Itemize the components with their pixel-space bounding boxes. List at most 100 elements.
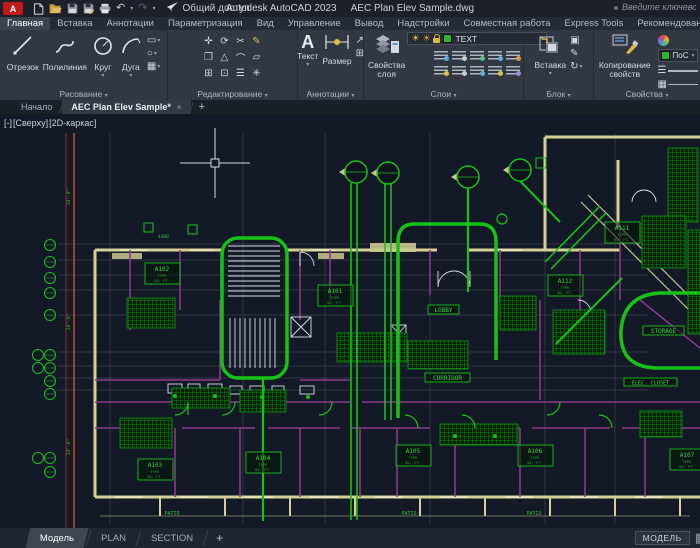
tab-featured-apps[interactable]: Рекомендованные приложения [630,17,700,30]
new-drawing-tab-button[interactable]: + [192,100,212,114]
visual-style-control[interactable]: [2D-каркас] [49,118,96,128]
leader-button[interactable]: ↗ [356,35,364,46]
panel-label-draw[interactable]: Рисование ▾ [0,89,167,99]
layer-tool-9[interactable] [488,63,504,76]
tab-manage[interactable]: Управление [281,17,348,30]
tab-collaborate[interactable]: Совместная работа [457,17,558,30]
layer-tool-2[interactable] [452,48,468,61]
layer-properties-button[interactable]: Свойства слоя [366,32,407,79]
dimension-button[interactable]: Размер [320,32,353,66]
search-input[interactable]: Введите ключевое слово [614,2,696,14]
panel-label-annotation[interactable]: Аннотации ▾ [298,89,363,99]
layer-tool-10[interactable] [506,63,522,76]
move-button[interactable]: ✛ [201,34,216,49]
layout-tab-section[interactable]: SECTION [139,528,205,548]
array-button[interactable]: ⊞ [201,66,216,81]
arc-button[interactable]: Дуга ▾ [117,32,145,79]
tab-home[interactable]: Главная [0,17,51,30]
grid-display-toggle[interactable]: ▦ [695,530,700,546]
panel-label-properties[interactable]: Свойства ▾ [594,89,700,99]
panel-annotation: A Текст ▾ Размер ↗ ⊞ Аннотации ▾ [295,30,364,100]
rotate-button[interactable]: ⟳ [217,34,232,49]
undo-dropdown[interactable]: ▾ [130,5,133,12]
tab-annotate[interactable]: Аннотации [99,17,161,30]
layer-lock-icon [433,33,441,43]
tab-parametric[interactable]: Параметризация [161,17,250,30]
save-button[interactable] [67,3,78,14]
object-color-button[interactable] [657,35,698,46]
table-button[interactable]: ⊞ [356,48,364,59]
layout-tab-model[interactable]: Модель [25,528,89,548]
layer-tool-8[interactable] [470,63,486,76]
text-dropdown[interactable]: ▾ [306,61,309,68]
room-label-a107: A107TYPESQ. FT. [669,448,700,471]
panel-label-layers[interactable]: Слои ▾ [364,89,523,99]
layer-tool-1[interactable] [434,48,450,61]
model-space-toggle[interactable]: МОДЕЛЬ [634,531,690,545]
svg-text:24'-8": 24'-8" [66,314,72,330]
tab-insert[interactable]: Вставка [50,17,99,30]
hatch-button[interactable]: ▦ ▾ [147,61,160,72]
open-file-button[interactable] [49,3,62,14]
close-tab-icon[interactable]: × [177,103,182,112]
redo-dropdown[interactable]: ▾ [152,5,155,12]
save-as-button[interactable] [83,3,94,14]
explode-button[interactable]: ✳ [249,66,264,81]
line-button[interactable]: Отрезок [5,32,41,72]
new-file-button[interactable] [33,2,44,15]
autocad-window: A ↶ ▾ ↷ ▾ Общий доступ Autodesk AutoCAD … [0,0,700,548]
color-bylayer-select[interactable]: ПоС ▾ [657,49,698,62]
offset-button[interactable]: ▱ [249,50,264,65]
panel-label-modify[interactable]: Редактирование ▾ [168,89,297,99]
insert-block-button[interactable]: Вставка ▾ [533,32,569,77]
stretch-button[interactable]: ☰ [233,66,248,81]
copy-button[interactable]: ❐ [201,50,216,65]
layer-tool-3[interactable] [470,48,486,61]
text-button[interactable]: A Текст ▾ [295,32,320,68]
circle-dropdown[interactable]: ▾ [101,72,104,79]
block-attrib-button[interactable]: ↻ ▾ [570,61,582,72]
layer-tool-6[interactable] [434,63,450,76]
panel-layers: Свойства слоя ☀ ☀ TEXT ▾ Слои ▾ [364,30,548,100]
create-block-button[interactable]: ▣ [570,35,582,46]
tab-express-tools[interactable]: Express Tools [557,17,630,30]
layer-tool-4[interactable] [488,48,504,61]
edit-block-button[interactable]: ✎ [570,48,582,59]
scale-button[interactable]: ⊡ [217,66,232,81]
layer-tool-5[interactable] [506,48,522,61]
erase-button[interactable]: ✎ [249,34,264,49]
share-button[interactable]: Общий доступ [167,2,250,15]
lineweight-select[interactable]: ☰ [658,65,698,76]
drawing-area[interactable]: [-] [Сверху] [2D-каркас] 24'-8" 24'-8" 2… [0,114,700,528]
fillet-button[interactable]: ⌒ [233,50,248,65]
tab-output[interactable]: Вывод [348,17,391,30]
plot-button[interactable] [99,3,111,14]
trim-button[interactable]: ✂ [233,34,248,49]
view-control[interactable]: [Сверху] [13,118,48,128]
tab-view[interactable]: Вид [250,17,281,30]
file-tab-document[interactable]: AEC Plan Elev Sample* × [62,100,191,114]
match-properties-button[interactable]: Копирование свойств [594,32,656,79]
new-layout-button[interactable]: + [206,528,233,548]
tab-addins[interactable]: Надстройки [390,17,456,30]
viewport-menu-control[interactable]: [-] [4,118,12,128]
ellipse-button[interactable]: ○ ▾ [147,48,160,59]
arc-dropdown[interactable]: ▾ [129,72,132,79]
redo-button[interactable]: ↷ [138,3,147,14]
app-menu-button[interactable]: A [3,2,23,15]
layout-tab-plan[interactable]: PLAN [89,528,138,548]
circle-button[interactable]: Круг ▾ [89,32,117,79]
layer-thaw-icon: ☀ [422,33,431,43]
undo-button[interactable]: ↶ [116,3,125,14]
file-tab-start[interactable]: Начало [12,100,61,114]
mirror-button[interactable]: △ [217,50,232,65]
polyline-button[interactable]: Полилиния [41,32,89,72]
viewport-controls: [-] [Сверху] [2D-каркас] [4,118,96,128]
rectangle-button[interactable]: ▭ ▾ [147,35,160,46]
svg-text:SQ. FT.: SQ. FT. [614,237,630,242]
insert-dropdown[interactable]: ▾ [549,70,552,77]
panel-label-block[interactable]: Блок ▾ [524,89,593,99]
floor-plan: 24'-8" 24'-8" 24'-8" 4400 A102TYPESQ. FT… [32,128,700,528]
layer-tool-7[interactable] [452,63,468,76]
svg-text:A106: A106 [528,448,543,455]
